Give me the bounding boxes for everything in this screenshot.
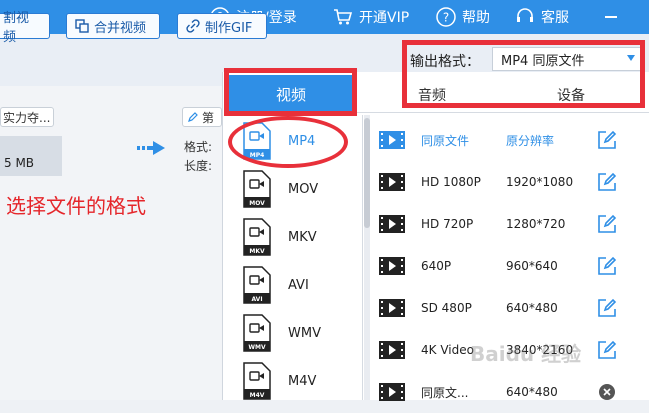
service-button[interactable]: 客服 (515, 0, 569, 34)
delete-preset-icon[interactable] (597, 382, 617, 402)
cart-icon (334, 9, 353, 25)
format-item-m4v[interactable]: M4V M4V (228, 357, 362, 405)
preset-row[interactable]: HD 720P 1280*720 (378, 203, 618, 245)
format-meta-label: 格式: (184, 140, 213, 154)
edit-preset-icon[interactable] (597, 298, 617, 318)
vip-label: 开通VIP (359, 10, 410, 26)
link-icon (186, 19, 200, 33)
preset-row[interactable]: 同原文件 原分辨率 (378, 119, 618, 161)
preset-name: SD 480P (421, 301, 472, 315)
video-film-icon (379, 215, 405, 233)
preset-name: 同原文... (421, 385, 469, 400)
minimize-button[interactable] (603, 0, 625, 34)
preset-resolution: 1280*720 (506, 217, 566, 231)
preset-resolution: 960*640 (506, 259, 558, 273)
list-divider (362, 115, 363, 400)
format-label-avi: AVI (288, 277, 309, 293)
edit-icon (188, 112, 198, 122)
svg-text:?: ? (443, 11, 449, 25)
wmv-file-icon: WMV (243, 314, 271, 352)
svg-text:AVI: AVI (251, 296, 262, 303)
mov-file-icon: MOV (243, 170, 271, 208)
format-item-mov[interactable]: MOV MOV (228, 165, 362, 213)
preset-resolution: 原分辨率 (506, 133, 555, 148)
scrollbar-thumb[interactable] (364, 118, 370, 228)
avi-file-icon: AVI (243, 266, 271, 304)
preset-row[interactable]: SD 480P 640*480 (378, 287, 618, 329)
video-film-icon (379, 383, 405, 401)
preset-resolution: 640*480 (506, 301, 558, 315)
svg-text:M4V: M4V (250, 392, 265, 399)
tab-divider (355, 112, 649, 113)
video-film-icon (379, 341, 405, 359)
merge-video-label: 合并视频 (94, 20, 147, 36)
edit-chip-label: 第 (202, 110, 215, 125)
file-size: 5 MB (4, 156, 35, 170)
video-film-icon (379, 131, 405, 149)
edit-preset-icon[interactable] (597, 172, 617, 192)
file-name: 实力夺... (3, 110, 51, 125)
merge-video-button[interactable]: 合并视频 (66, 13, 160, 39)
make-gif-button[interactable]: 制作GIF (177, 13, 267, 39)
preset-resolution: 640*480 (506, 385, 558, 399)
help-label: 帮助 (462, 10, 490, 26)
preset-row[interactable]: 640P 960*640 (378, 245, 618, 287)
length-meta-label: 长度: (184, 159, 213, 173)
preset-resolution: 1920*1080 (506, 175, 574, 189)
edit-preset-icon[interactable] (597, 256, 617, 276)
video-tab-highlight (224, 68, 357, 116)
preset-row[interactable]: 同原文... 640*480 (378, 371, 618, 413)
video-film-icon (379, 257, 405, 275)
format-label-mov: MOV (288, 181, 319, 197)
format-label-wmv: WMV (288, 325, 321, 341)
format-label-m4v: M4V (288, 373, 317, 389)
vip-button[interactable]: 开通VIP (333, 0, 409, 34)
format-label-mkv: MKV (288, 229, 317, 245)
format-item-wmv[interactable]: WMV WMV (228, 309, 362, 357)
help-icon: ? (436, 7, 456, 27)
make-gif-label: 制作GIF (205, 20, 253, 36)
output-format-highlight (402, 40, 645, 108)
annotation-text: 选择文件的格式 (6, 194, 146, 218)
convert-arrow-icon (137, 141, 165, 155)
file-list-area (0, 86, 222, 400)
preset-name: HD 720P (421, 217, 474, 231)
format-item-avi[interactable]: AVI AVI (228, 261, 362, 309)
cut-video-button[interactable]: 割视频 (0, 11, 50, 45)
svg-text:WMV: WMV (248, 344, 266, 351)
edit-preset-icon[interactable] (597, 340, 617, 360)
file-name-chip[interactable]: 实力夺... (0, 107, 54, 127)
service-label: 客服 (541, 10, 569, 26)
minimize-icon (605, 16, 617, 18)
preset-name: HD 1080P (421, 175, 481, 189)
edit-preset-icon[interactable] (597, 214, 617, 234)
edit-chip[interactable]: 第 (182, 107, 222, 127)
mp4-highlight-circle (228, 116, 348, 168)
svg-text:MOV: MOV (249, 200, 265, 207)
mkv-file-icon: MKV (243, 218, 271, 256)
preset-name: 4K Video (421, 343, 474, 357)
edit-preset-icon[interactable] (597, 130, 617, 150)
m4v-file-icon: M4V (243, 362, 271, 400)
format-item-mkv[interactable]: MKV MKV (228, 213, 362, 261)
video-film-icon (379, 173, 405, 191)
video-film-icon (379, 299, 405, 317)
preset-row[interactable]: HD 1080P 1920*1080 (378, 161, 618, 203)
watermark: Baidu 经验 (470, 342, 582, 366)
headset-icon (517, 8, 533, 22)
preset-name: 同原文件 (421, 133, 470, 148)
preset-name: 640P (421, 259, 452, 273)
svg-text:MKV: MKV (249, 248, 265, 255)
merge-icon (75, 19, 89, 33)
help-button[interactable]: ? 帮助 (436, 0, 490, 34)
cut-video-label: 割视频 (3, 11, 30, 45)
